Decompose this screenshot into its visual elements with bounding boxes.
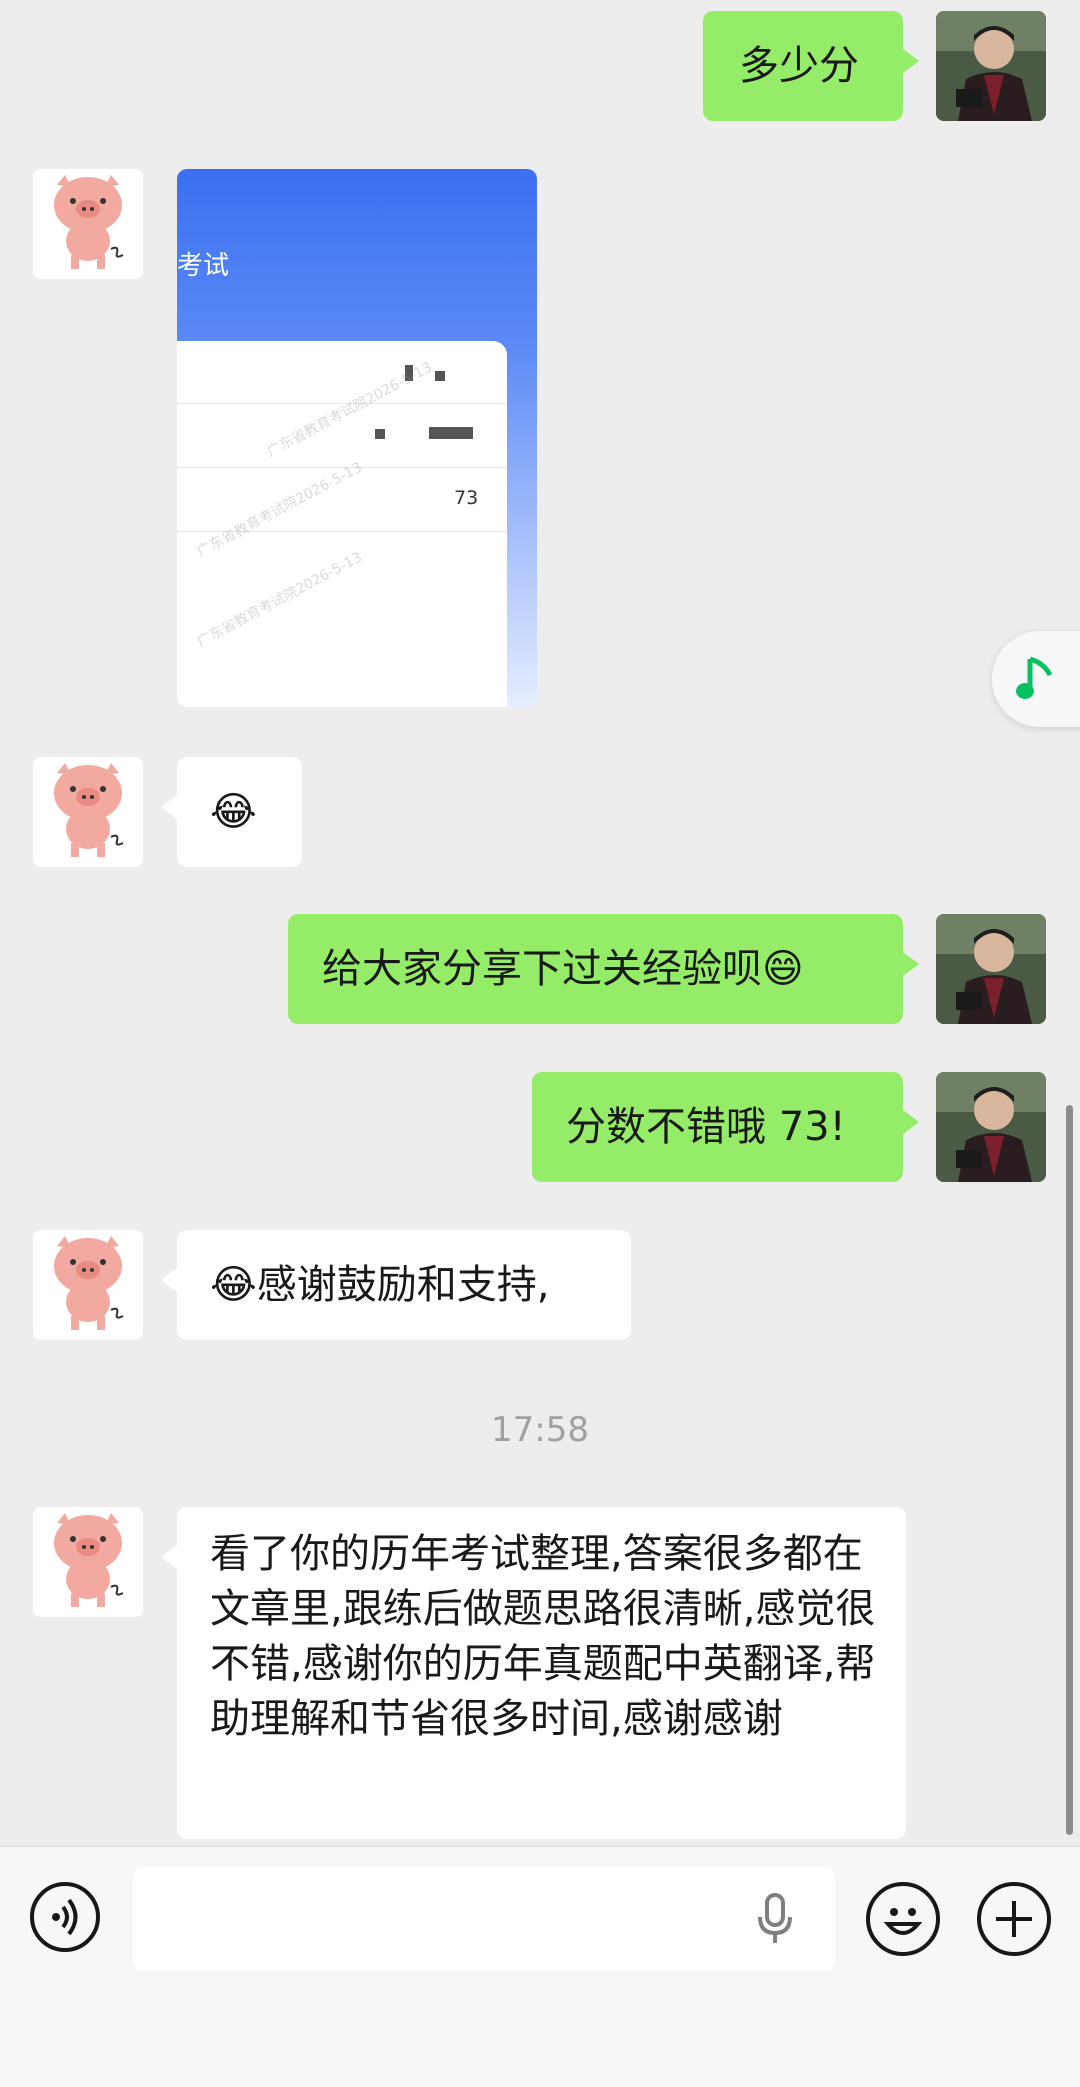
pig-avatar-icon [33,1230,143,1340]
music-note-icon [1016,656,1053,699]
pig-avatar-icon [33,169,143,279]
image-message-card[interactable]: 考试 73 广东省教育考试院2026-5-13 广东省教育考试院2026-5-1… [177,169,537,707]
contact-avatar[interactable] [33,1230,143,1340]
card-score: 73 [454,487,479,509]
microphone-icon[interactable] [755,1893,795,1945]
message-text: 分数不错哦 73! [566,1104,846,1150]
card-result-panel [177,341,507,707]
message-input[interactable] [133,1867,835,1971]
voice-icon [52,1898,78,1936]
contact-avatar[interactable] [33,757,143,867]
user-photo-icon [936,1072,1046,1182]
user-photo-icon [936,11,1046,121]
message-emoji: 😂 [210,789,257,835]
message-bubble-sent[interactable]: 多少分 [703,11,919,121]
timestamp: 17:58 [491,1410,589,1450]
music-float-button[interactable] [992,631,1080,727]
user-avatar[interactable] [936,1072,1046,1182]
scrollbar[interactable] [1066,1105,1073,1835]
emoji-icon [883,1908,923,1935]
message-text: 看了你的历年考试整理,答案很多都在文章里,跟练后做题思路很清晰,感觉很不错,感谢… [210,1531,876,1742]
message-text: 😂感谢鼓励和支持, [210,1262,550,1308]
message-bubble-received[interactable]: 😂感谢鼓励和支持, [161,1230,631,1340]
user-photo-icon [936,914,1046,1024]
voice-button[interactable] [30,1882,100,1952]
message-bubble-received[interactable]: 😂 [161,757,302,867]
user-avatar[interactable] [936,11,1046,121]
plus-icon [996,1901,1032,1937]
pig-avatar-icon [33,1507,143,1617]
plus-button[interactable] [977,1882,1051,1956]
blurred-text [375,429,385,439]
message-bubble-sent[interactable]: 给大家分享下过关经验呗😄 [288,914,919,1024]
emoji-button[interactable] [866,1882,940,1956]
contact-avatar[interactable] [33,1507,143,1617]
pig-avatar-icon [33,757,143,867]
card-header [177,169,537,344]
message-text: 给大家分享下过关经验呗😄 [322,946,804,992]
message-bubble-sent[interactable]: 分数不错哦 73! [532,1072,919,1182]
card-title: 考试 [177,251,230,281]
blurred-text [435,371,445,381]
blurred-text [429,427,473,439]
message-text: 多少分 [739,43,859,89]
user-avatar[interactable] [936,914,1046,1024]
message-bubble-received[interactable]: 看了你的历年考试整理,答案很多都在文章里,跟练后做题思路很清晰,感觉很不错,感谢… [161,1507,906,1839]
contact-avatar[interactable] [33,169,143,279]
